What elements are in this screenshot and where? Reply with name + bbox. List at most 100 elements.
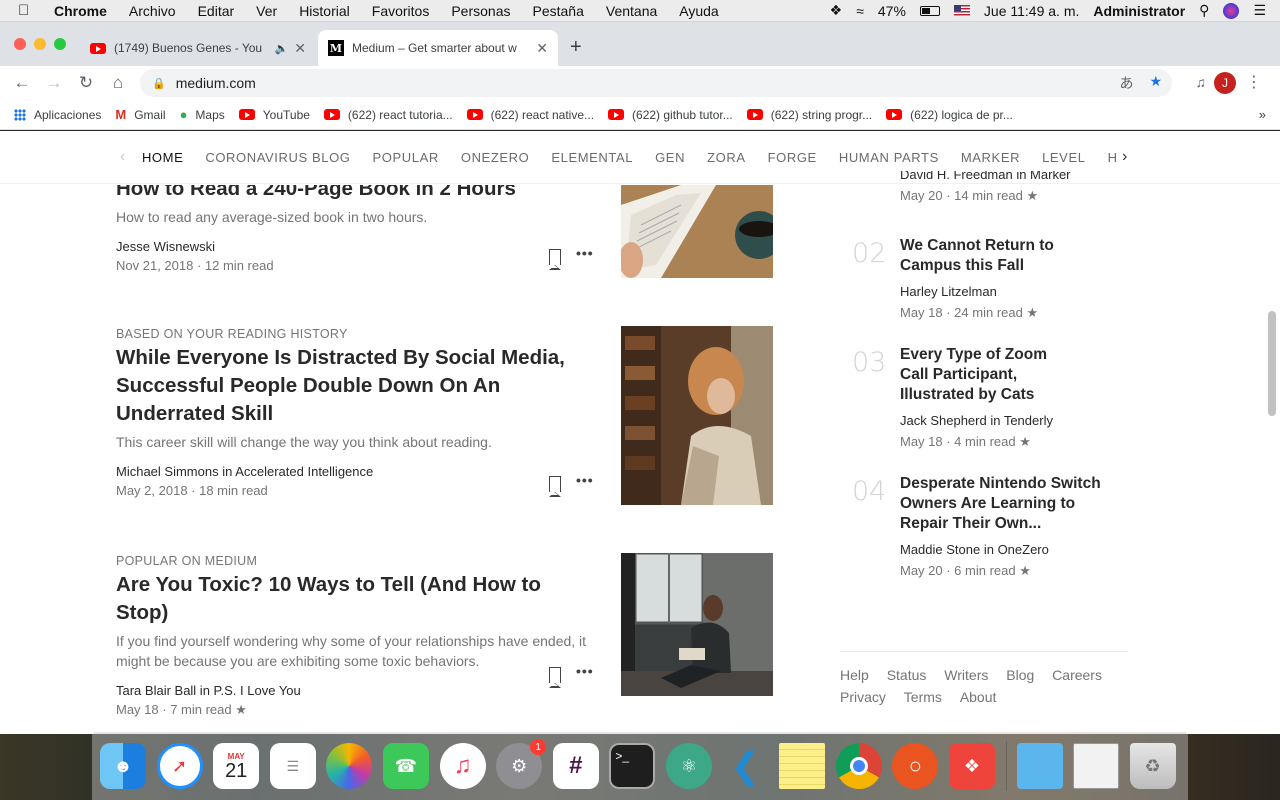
topic-elemental[interactable]: ELEMENTAL: [551, 150, 633, 165]
safari-icon[interactable]: ➚: [156, 743, 203, 789]
new-tab-button[interactable]: +: [570, 36, 582, 59]
bookmark-apps[interactable]: Aplicaciones: [14, 108, 101, 122]
media-control-icon[interactable]: ♫: [1196, 74, 1207, 90]
bookmark-icon[interactable]: [548, 476, 561, 497]
chevron-right-icon[interactable]: ›: [1118, 148, 1128, 166]
finder-icon[interactable]: ☻: [100, 743, 146, 789]
profile-avatar[interactable]: J: [1214, 72, 1236, 94]
footer-terms-link[interactable]: Terms: [904, 686, 942, 708]
speaker-icon[interactable]: 🔈: [275, 42, 289, 55]
bookmark-gmail[interactable]: M Gmail: [115, 107, 165, 122]
tab-medium[interactable]: M Medium – Get smarter about w ✕: [318, 30, 558, 66]
footer-help-link[interactable]: Help: [840, 664, 869, 686]
menu-ver[interactable]: Ver: [256, 3, 277, 19]
side-title[interactable]: Desperate Nintendo Switch Owners Are Lea…: [900, 474, 1105, 534]
article-card[interactable]: How to Read a 240-Page Book in 2 Hours H…: [116, 185, 596, 273]
slack-icon[interactable]: #: [552, 743, 599, 789]
atom-icon[interactable]: ⚛: [665, 743, 712, 789]
forward-button[interactable]: →: [38, 73, 70, 93]
close-tab-icon[interactable]: ✕: [536, 40, 548, 57]
bookmark-youtube[interactable]: YouTube: [238, 108, 310, 122]
article-card[interactable]: POPULAR ON MEDIUM Are You Toxic? 10 Ways…: [116, 554, 596, 718]
footer-about-link[interactable]: About: [960, 686, 997, 708]
anydesk-icon[interactable]: ❖: [948, 743, 995, 789]
topic-level[interactable]: LEVEL: [1042, 150, 1085, 165]
topic-marker[interactable]: MARKER: [961, 150, 1020, 165]
home-button[interactable]: ⌂: [102, 73, 134, 93]
topic-gen[interactable]: GEN: [655, 150, 685, 165]
dropbox-icon[interactable]: ❖: [830, 2, 843, 19]
topic-human-parts[interactable]: HUMAN PARTS: [839, 150, 939, 165]
footer-writers-link[interactable]: Writers: [944, 664, 988, 686]
bookmark-github-tutorial[interactable]: (622) github tutor...: [608, 108, 733, 122]
ubuntu-icon[interactable]: ○: [892, 743, 939, 789]
topic-onezero[interactable]: ONEZERO: [461, 150, 529, 165]
bookmark-logica[interactable]: (622) logica de pr...: [886, 108, 1013, 122]
side-author[interactable]: Jack Shepherd in Tenderly: [900, 413, 1132, 428]
wifi-icon[interactable]: ≈: [856, 3, 864, 19]
popular-list-item[interactable]: 03 Every Type of Zoom Call Participant, …: [852, 345, 1132, 450]
flag-icon[interactable]: [953, 5, 970, 16]
bookmark-icon[interactable]: [548, 667, 561, 688]
bookmark-react-tutorial[interactable]: (622) react tutoria...: [323, 108, 453, 122]
more-options-icon[interactable]: •••: [576, 663, 594, 679]
topic-popular[interactable]: POPULAR: [373, 150, 439, 165]
calendar-icon[interactable]: MAY 21: [213, 743, 260, 789]
minimize-window-button[interactable]: [34, 38, 46, 50]
more-options-icon[interactable]: •••: [576, 472, 594, 488]
article-author[interactable]: Michael Simmons in Accelerated Intellige…: [116, 464, 596, 479]
close-tab-icon[interactable]: ✕: [294, 40, 306, 57]
footer-blog-link[interactable]: Blog: [1006, 664, 1034, 686]
spotlight-icon[interactable]: ⚲: [1199, 2, 1209, 19]
footer-careers-link[interactable]: Careers: [1052, 664, 1102, 686]
page-scrollbar[interactable]: [1268, 311, 1276, 416]
footer-privacy-link[interactable]: Privacy: [840, 686, 886, 708]
fullscreen-window-button[interactable]: [54, 38, 66, 50]
menu-ayuda[interactable]: Ayuda: [679, 3, 718, 19]
menu-favoritos[interactable]: Favoritos: [372, 3, 430, 19]
back-button[interactable]: ←: [6, 73, 38, 93]
popular-list-item[interactable]: 02 We Cannot Return to Campus this Fall …: [852, 236, 1132, 321]
screenshots-stack-icon[interactable]: [1073, 743, 1120, 789]
chrome-icon[interactable]: [835, 743, 882, 789]
url-text[interactable]: medium.com: [176, 75, 256, 91]
facetime-icon[interactable]: ☎: [382, 743, 429, 789]
bookmark-icon[interactable]: [548, 249, 561, 270]
translate-icon[interactable]: あ: [1119, 73, 1133, 93]
siri-icon[interactable]: [1223, 2, 1240, 19]
chrome-menu-icon[interactable]: ⋮: [1246, 72, 1262, 92]
vscode-icon[interactable]: ❮: [723, 743, 769, 789]
article-card[interactable]: BASED ON YOUR READING HISTORY While Ever…: [116, 327, 596, 498]
chevron-left-icon[interactable]: ‹: [120, 148, 126, 166]
topic-zora[interactable]: ZORA: [707, 150, 746, 165]
terminal-icon[interactable]: >_: [609, 743, 656, 789]
popular-list-item[interactable]: 04 Desperate Nintendo Switch Owners Are …: [852, 474, 1132, 579]
article-thumbnail[interactable]: [621, 185, 773, 278]
article-headline[interactable]: Are You Toxic? 10 Ways to Tell (And How …: [116, 571, 596, 627]
user-name[interactable]: Administrator: [1093, 3, 1185, 19]
topic-h[interactable]: H: [1108, 150, 1118, 165]
notification-center-icon[interactable]: ☰: [1253, 2, 1266, 19]
side-title[interactable]: Every Type of Zoom Call Participant, Ill…: [900, 345, 1075, 405]
reload-button[interactable]: ↻: [70, 73, 102, 93]
address-bar[interactable]: 🔒 medium.com あ ★: [140, 69, 1172, 97]
topic-forge[interactable]: FORGE: [768, 150, 817, 165]
side-author[interactable]: David H. Freedman in Marker: [900, 171, 1132, 182]
article-headline[interactable]: While Everyone Is Distracted By Social M…: [116, 344, 596, 428]
tab-youtube[interactable]: (1749) Buenos Genes - You 🔈 ✕: [80, 30, 316, 66]
menu-archivo[interactable]: Archivo: [129, 3, 176, 19]
itunes-icon[interactable]: ♫: [439, 743, 486, 789]
menu-ventana[interactable]: Ventana: [606, 3, 657, 19]
bookmark-react-native[interactable]: (622) react native...: [466, 108, 594, 122]
bookmarks-overflow-icon[interactable]: »: [1259, 107, 1266, 122]
battery-percent[interactable]: 47%: [878, 3, 906, 19]
menu-editar[interactable]: Editar: [198, 3, 235, 19]
side-author[interactable]: Harley Litzelman: [900, 284, 1132, 299]
bookmark-star-icon[interactable]: ★: [1149, 73, 1162, 93]
photos-icon[interactable]: [326, 743, 373, 789]
side-title[interactable]: We Cannot Return to Campus this Fall: [900, 236, 1115, 276]
bookmark-maps[interactable]: ● Maps: [180, 107, 225, 122]
side-author[interactable]: Maddie Stone in OneZero: [900, 542, 1132, 557]
battery-icon[interactable]: [919, 5, 940, 16]
article-author[interactable]: Tara Blair Ball in P.S. I Love You: [116, 683, 596, 698]
